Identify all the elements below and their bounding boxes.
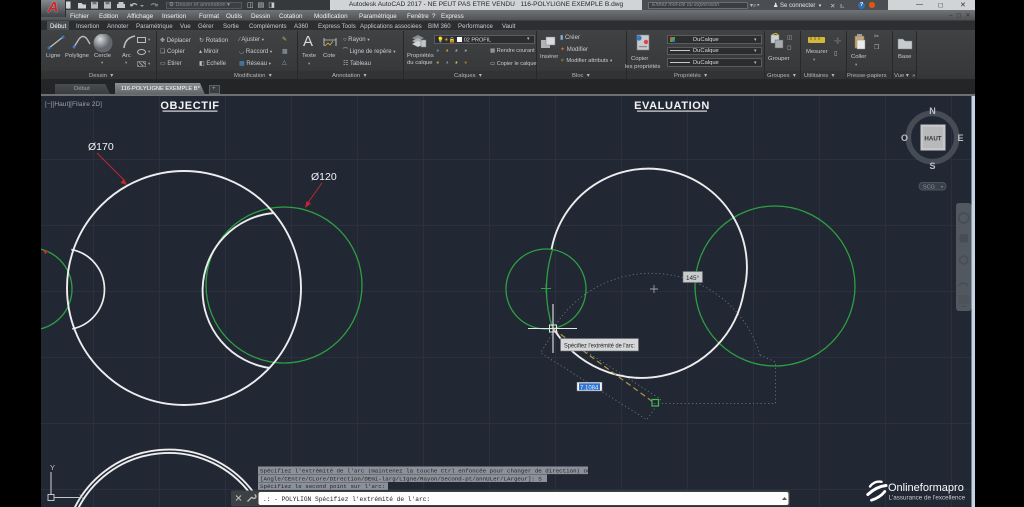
svg-text:N: N <box>929 106 936 116</box>
svg-text:Ø120: Ø120 <box>311 171 337 183</box>
svg-text:7.1084: 7.1084 <box>580 385 599 391</box>
svg-text:X: X <box>79 493 84 502</box>
svg-text:HAUT: HAUT <box>924 135 941 142</box>
svg-text:[−][Haut][Filaire 2D]: [−][Haut][Filaire 2D] <box>45 101 102 108</box>
svg-text:145°: 145° <box>686 274 700 282</box>
svg-text:EVALUATION: EVALUATION <box>634 100 710 112</box>
svg-text:Ø170: Ø170 <box>88 141 114 153</box>
svg-text:SCG: SCG <box>923 185 935 191</box>
svg-text:S: S <box>929 161 935 171</box>
svg-text:Spécifiez le second point sur: Spécifiez le second point sur l'arc: <box>260 483 385 490</box>
svg-text:▾: ▾ <box>941 184 943 189</box>
svg-text:OBJECTIF: OBJECTIF <box>160 100 219 112</box>
svg-text:Y: Y <box>50 463 55 472</box>
svg-text:[Angle/CEntre/CLore/DIrection/: [Angle/CEntre/CLore/DIrection/DEmi-larg/… <box>260 475 542 482</box>
svg-text:L'assurance de l'excellence: L'assurance de l'excellence <box>889 495 966 502</box>
svg-text:E: E <box>957 133 963 143</box>
svg-text:Onlineformapro: Onlineformapro <box>888 482 964 494</box>
svg-text:Spécifiez l'extrémité de l'arc: Spécifiez l'extrémité de l'arc (maintene… <box>260 467 590 474</box>
svg-text:.: - POLYLIGN Spécifiez l'extr: .: - POLYLIGN Spécifiez l'extrémité de l… <box>263 496 430 503</box>
svg-text:O: O <box>901 133 908 143</box>
svg-text:Spécifiez l'extrémité de l'arc: Spécifiez l'extrémité de l'arc: <box>564 342 635 349</box>
